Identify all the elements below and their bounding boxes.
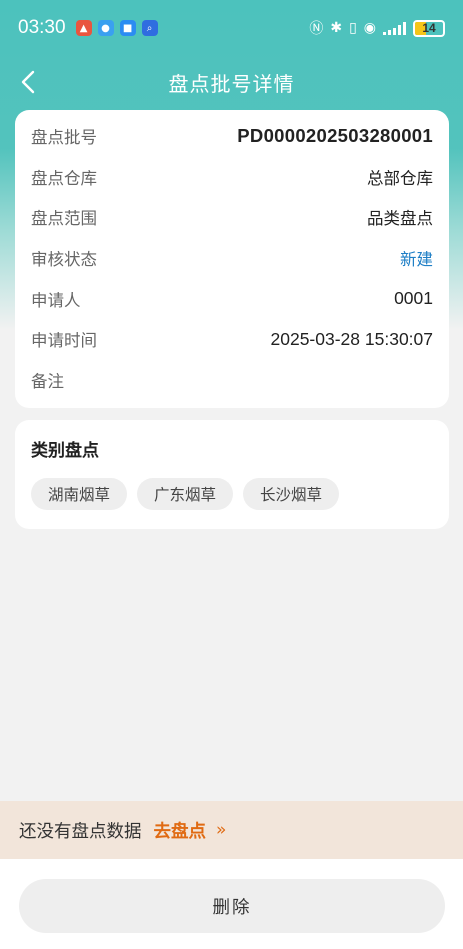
category-card: 类别盘点 湖南烟草 广东烟草 长沙烟草 — [15, 420, 449, 529]
cloud-notification-icon: ■ — [119, 20, 136, 36]
audit-status-row: 审核状态 新建 — [31, 238, 433, 279]
bluetooth-icon: ✱ — [330, 20, 343, 36]
category-tag: 长沙烟草 — [243, 478, 340, 510]
double-chevron-right-icon[interactable]: » — [216, 820, 227, 840]
batch-no-row: 盘点批号 PD0000202503280001 — [31, 116, 433, 157]
batch-info-card: 盘点批号 PD0000202503280001 盘点仓库 总部仓库 盘点范围 品… — [15, 110, 449, 408]
status-right-icons: Ⓝ ✱ ▯ ◉ 14 — [309, 18, 445, 38]
applicant-label: 申请人 — [31, 290, 81, 310]
page-title: 盘点批号详情 — [168, 72, 295, 96]
audit-status-label: 审核状态 — [31, 250, 97, 270]
applicant-value: 0001 — [394, 288, 433, 309]
apply-time-value: 2025-03-28 15:30:07 — [270, 328, 434, 349]
remark-row: 备注 — [31, 360, 433, 401]
batch-no-value: PD0000202503280001 — [237, 125, 433, 147]
vibrate-icon: ▯ — [349, 20, 357, 36]
apply-time-label: 申请时间 — [31, 331, 97, 351]
wifi-icon: ◉ — [363, 20, 376, 36]
category-tag: 广东烟草 — [137, 478, 234, 510]
message-notification-icon: ● — [97, 20, 114, 36]
warehouse-value: 总部仓库 — [367, 168, 433, 188]
app-notification-icon: ▲ — [75, 20, 92, 36]
battery-level: 14 — [422, 21, 436, 35]
warehouse-label: 盘点仓库 — [31, 168, 97, 188]
search-notification-icon: ⌕ — [141, 20, 158, 36]
battery-icon: 14 — [413, 19, 445, 37]
audit-status-value: 新建 — [400, 250, 433, 270]
apply-time-row: 申请时间 2025-03-28 15:30:07 — [31, 319, 433, 360]
signal-icon — [383, 21, 406, 35]
scope-row: 盘点范围 品类盘点 — [31, 197, 433, 238]
scope-value: 品类盘点 — [367, 209, 433, 229]
empty-data-banner: 还没有盘点数据 去盘点 » — [0, 801, 463, 859]
nav-bar: 盘点批号详情 — [0, 56, 463, 108]
delete-button[interactable]: 删除 — [19, 879, 445, 933]
warehouse-row: 盘点仓库 总部仓库 — [31, 157, 433, 198]
status-bar: 03:30 ▲ ● ■ ⌕ Ⓝ ✱ ▯ ◉ 14 — [0, 0, 463, 56]
remark-label: 备注 — [31, 371, 64, 391]
go-inventory-link[interactable]: 去盘点 — [154, 818, 207, 843]
applicant-row: 申请人 0001 — [31, 278, 433, 319]
bottom-bar: 删除 — [0, 859, 463, 949]
batch-no-label: 盘点批号 — [31, 128, 97, 148]
category-tag: 湖南烟草 — [31, 478, 128, 510]
category-title: 类别盘点 — [31, 441, 99, 461]
status-time: 03:30 — [18, 17, 66, 38]
empty-data-text: 还没有盘点数据 — [19, 821, 142, 842]
notification-icons: ▲ ● ■ ⌕ — [75, 20, 158, 36]
scope-label: 盘点范围 — [31, 209, 97, 229]
category-tags: 湖南烟草 广东烟草 长沙烟草 — [31, 478, 433, 510]
nfc-icon: Ⓝ — [309, 21, 324, 37]
